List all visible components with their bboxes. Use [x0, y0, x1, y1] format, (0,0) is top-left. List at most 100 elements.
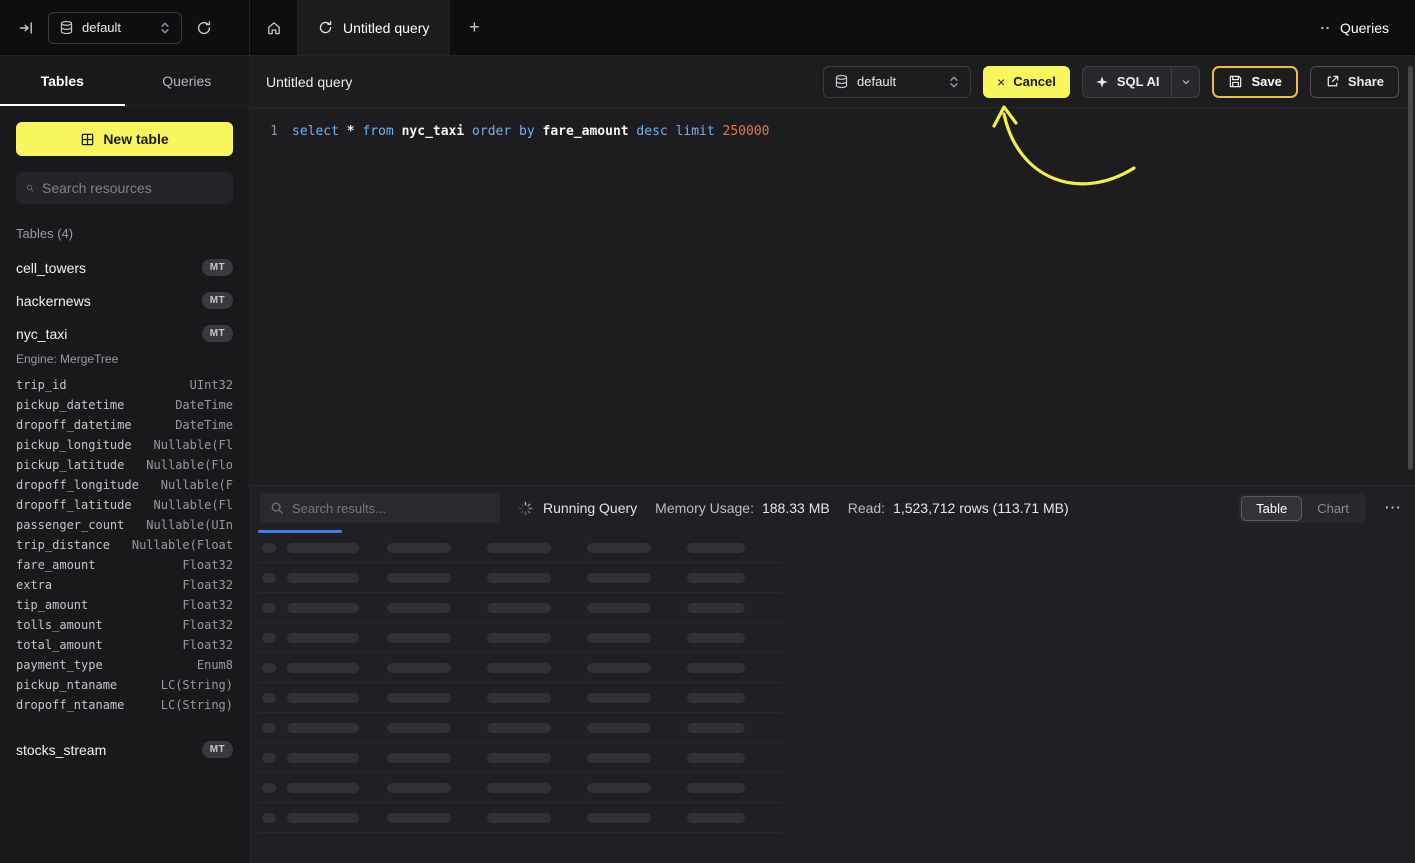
new-tab-button[interactable]: + — [450, 0, 498, 55]
skeleton-cell — [262, 633, 276, 643]
column-type: Float32 — [182, 558, 233, 572]
search-results-input[interactable] — [292, 501, 490, 516]
collapse-sidebar-button[interactable] — [14, 16, 38, 40]
refresh-button[interactable] — [192, 16, 216, 40]
column-type: Nullable(Fl — [154, 438, 233, 452]
skeleton-cell — [687, 633, 745, 643]
cancel-button[interactable]: × Cancel — [983, 66, 1070, 98]
scrollbar-thumb[interactable] — [1408, 66, 1413, 470]
chart-view-tab[interactable]: Chart — [1302, 496, 1364, 521]
skeleton-cell — [487, 663, 551, 673]
column-name: trip_id — [16, 378, 67, 392]
queries-label: Queries — [1340, 20, 1389, 36]
table-name: cell_towers — [16, 260, 86, 276]
column-row: tolls_amountFloat32 — [16, 615, 233, 635]
database-selector[interactable]: default — [48, 12, 182, 44]
table-item[interactable]: cell_towersMT — [0, 251, 249, 284]
skeleton-cell — [687, 603, 745, 613]
skeleton-cell — [387, 543, 451, 553]
query-header: Untitled query default × Cancel SQL AI — [250, 56, 1415, 108]
skeleton-cell — [287, 603, 359, 613]
table-view-tab[interactable]: Table — [1241, 496, 1302, 521]
skeleton-cell — [687, 813, 745, 823]
tab-tables[interactable]: Tables — [0, 56, 125, 105]
sidebar: Tables Queries New table Tables (4) cell… — [0, 56, 250, 863]
home-tab-button[interactable] — [250, 0, 298, 55]
read-label: Read: — [848, 500, 885, 516]
results-search — [260, 493, 500, 523]
column-name: trip_distance — [16, 538, 110, 552]
save-button[interactable]: Save — [1212, 66, 1297, 98]
table-item[interactable]: hackernewsMT — [0, 284, 249, 317]
column-row: pickup_ntanameLC(String) — [16, 675, 233, 695]
skeleton-cell — [587, 723, 651, 733]
view-toggle: Table Chart — [1239, 494, 1366, 523]
skeleton-cell — [587, 813, 651, 823]
column-name: pickup_longitude — [16, 438, 132, 452]
skeleton-cell — [262, 783, 276, 793]
memory-usage-label: Memory Usage: — [655, 500, 754, 516]
skeleton-cell — [587, 603, 651, 613]
chevron-down-icon — [1180, 76, 1192, 88]
skeleton-row — [258, 803, 782, 833]
queries-menu-button[interactable]: Queries — [1292, 0, 1415, 55]
query-database-selector[interactable]: default — [823, 66, 971, 98]
sql-ai-button[interactable]: SQL AI — [1083, 67, 1172, 97]
skeleton-cell — [687, 753, 745, 763]
skeleton-cell — [487, 783, 551, 793]
app-window: default Untitled query + Queries — [0, 0, 1415, 863]
table-item[interactable]: nyc_taxiMT — [0, 317, 249, 350]
column-name: tolls_amount — [16, 618, 103, 632]
memory-usage-value: 188.33 MB — [762, 500, 830, 516]
database-icon — [834, 74, 849, 89]
skeleton-cell — [587, 543, 651, 553]
column-type: Nullable(Float — [132, 538, 233, 552]
search-icon — [26, 181, 34, 195]
new-table-button[interactable]: New table — [16, 122, 233, 156]
skeleton-cell — [387, 783, 451, 793]
column-name: pickup_datetime — [16, 398, 124, 412]
save-icon — [1228, 74, 1243, 89]
search-icon — [270, 501, 284, 515]
tables-section-header: Tables (4) — [0, 218, 249, 251]
column-row: tip_amountFloat32 — [16, 595, 233, 615]
share-icon — [1325, 74, 1340, 89]
column-name: dropoff_datetime — [16, 418, 132, 432]
skeleton-cell — [287, 723, 359, 733]
search-resources-input[interactable] — [42, 180, 223, 196]
skeleton-cell — [587, 633, 651, 643]
tab-queries-label: Queries — [162, 73, 211, 89]
skeleton-cell — [262, 543, 276, 553]
tab-queries[interactable]: Queries — [125, 56, 250, 105]
column-type: Nullable(UIn — [146, 518, 233, 532]
skeleton-cell — [262, 693, 276, 703]
skeleton-row — [258, 773, 782, 803]
plus-icon: + — [469, 17, 480, 38]
column-row: payment_typeEnum8 — [16, 655, 233, 675]
column-row: fare_amountFloat32 — [16, 555, 233, 575]
home-icon — [266, 20, 282, 36]
tab-untitled-query[interactable]: Untitled query — [298, 0, 450, 55]
skeleton-cell — [487, 543, 551, 553]
share-button[interactable]: Share — [1310, 66, 1399, 98]
column-row: dropoff_datetime DateTime — [16, 415, 233, 435]
table-item[interactable]: stocks_streamMT — [0, 733, 249, 766]
skeleton-cell — [387, 753, 451, 763]
column-type: DateTime — [175, 418, 233, 432]
column-name: extra — [16, 578, 52, 592]
skeleton-cell — [587, 663, 651, 673]
column-row: pickup_latitudeNullable(Flo — [16, 455, 233, 475]
queries-icon — [1318, 21, 1332, 35]
results-more-button[interactable]: ⋯ — [1380, 498, 1405, 518]
skeleton-cell — [687, 663, 745, 673]
skeleton-cell — [287, 813, 359, 823]
column-type: UInt32 — [190, 378, 233, 392]
skeleton-cell — [387, 663, 451, 673]
skeleton-cell — [587, 573, 651, 583]
sql-editor[interactable]: 1 select * from nyc_taxi order by fare_a… — [250, 108, 1415, 485]
table-grid-icon — [80, 132, 95, 147]
sql-ai-dropdown-button[interactable] — [1171, 67, 1199, 97]
column-type: LC(String) — [161, 698, 233, 712]
skeleton-row — [258, 743, 782, 773]
body: Tables Queries New table Tables (4) cell… — [0, 56, 1415, 863]
